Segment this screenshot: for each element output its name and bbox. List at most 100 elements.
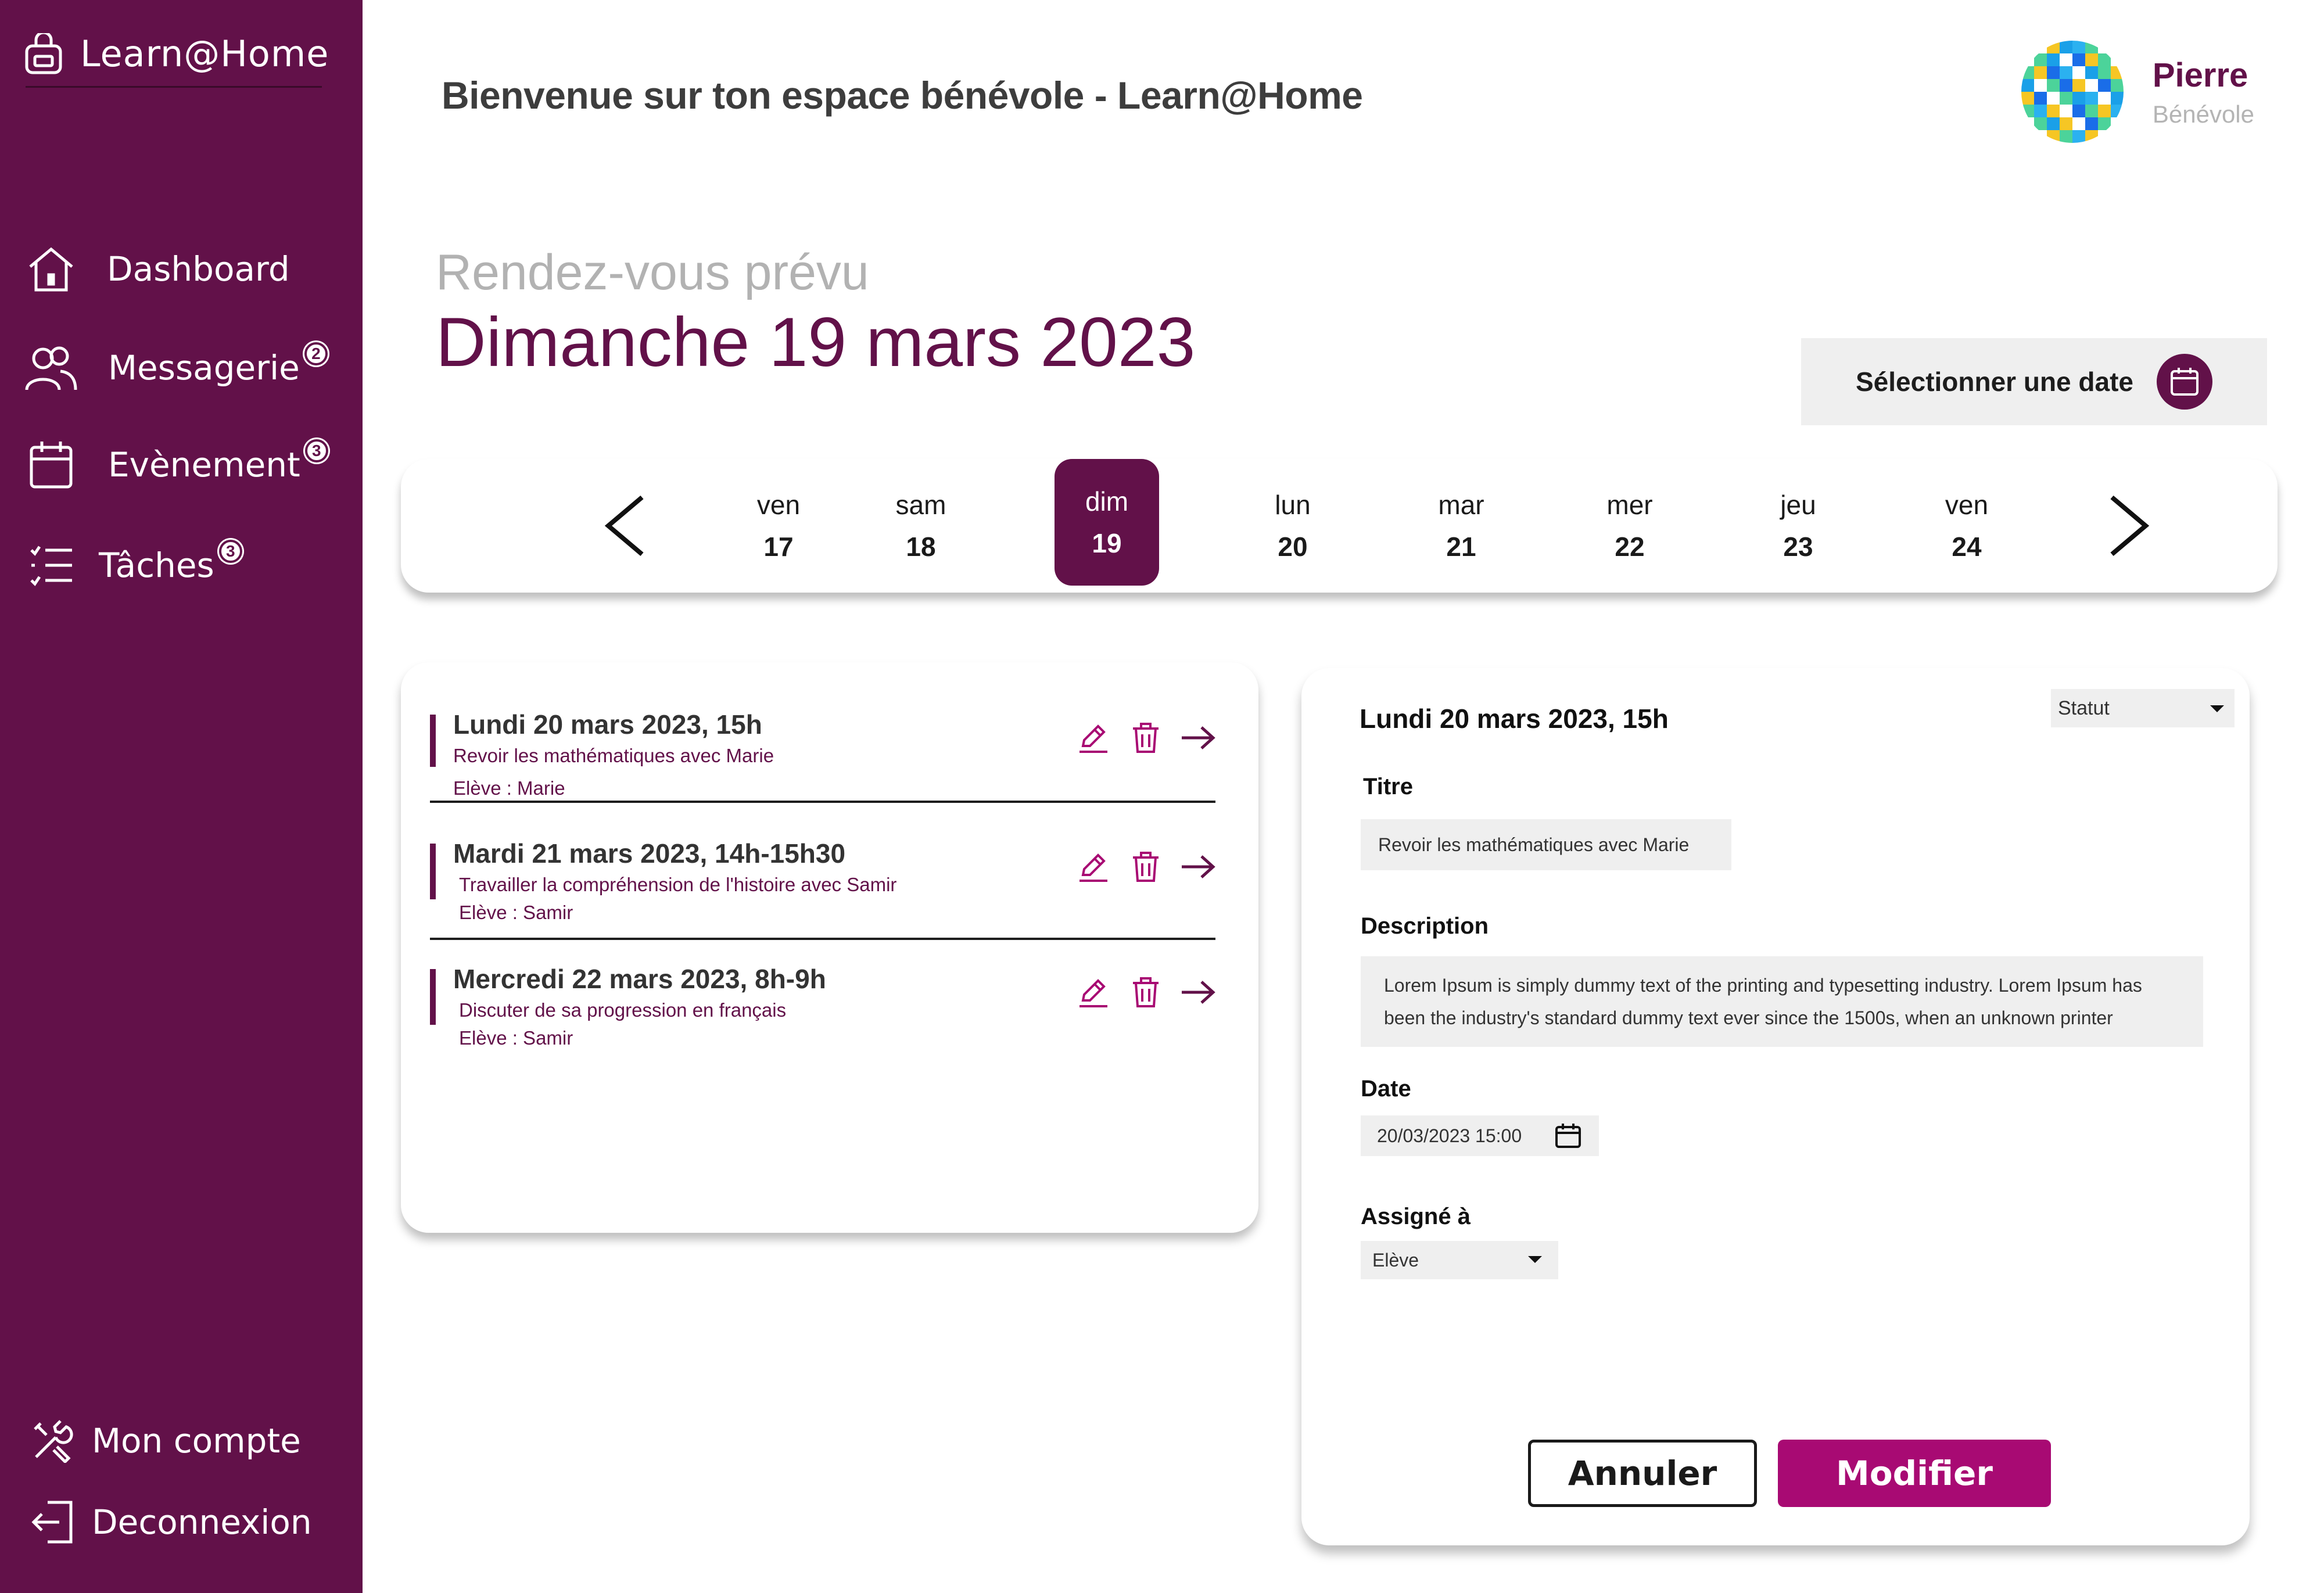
- day-number: 18: [906, 532, 936, 562]
- appointment-title: Mardi 21 mars 2023, 14h-15h30: [453, 838, 846, 869]
- notification-badge: 2: [304, 342, 328, 365]
- status-select-value: Statut: [2058, 697, 2110, 719]
- day-number: 24: [1952, 532, 1982, 562]
- accent-bar: [430, 844, 436, 899]
- arrow-right-icon[interactable]: [1181, 975, 1215, 1010]
- notification-badge: 3: [304, 439, 328, 462]
- date-label: Date: [1361, 1076, 1411, 1102]
- sidebar-item-taches[interactable]: Tâches 3: [23, 537, 242, 593]
- appointment-student: Elève : Marie: [453, 777, 565, 799]
- day-item[interactable]: sam 18: [869, 459, 973, 593]
- appointment-student: Elève : Samir: [459, 902, 573, 923]
- arrow-right-icon[interactable]: [1181, 849, 1215, 884]
- titre-field[interactable]: Revoir les mathématiques avec Marie: [1361, 819, 1731, 870]
- calendar-icon: [23, 437, 79, 493]
- day-name: ven: [756, 490, 801, 520]
- day-number: 23: [1783, 532, 1813, 562]
- edit-icon[interactable]: [1076, 849, 1111, 884]
- select-date-label: Sélectionner une date: [1855, 367, 2133, 397]
- day-number: 22: [1615, 532, 1645, 562]
- appointment-actions: [1076, 720, 1215, 755]
- user-info: Pierre Bénévole: [2153, 56, 2254, 128]
- appointment-detail-form: Lundi 20 mars 2023, 15h Statut Titre Rev…: [1301, 668, 2250, 1545]
- home-icon: [23, 241, 79, 297]
- day-name: lun: [1275, 490, 1311, 520]
- user-profile[interactable]: Pierre Bénévole: [2021, 41, 2254, 143]
- day-number: 17: [763, 532, 794, 562]
- day-item[interactable]: lun 20: [1240, 459, 1345, 593]
- modify-button[interactable]: Modifier: [1778, 1440, 2051, 1507]
- sidebar-item-dashboard[interactable]: Dashboard: [23, 241, 290, 297]
- sidebar-item-evenement[interactable]: Evènement 3: [23, 437, 328, 493]
- section-subtitle: Rendez-vous prévu: [436, 245, 869, 300]
- day-name: dim: [1085, 486, 1129, 516]
- accent-bar: [430, 969, 436, 1025]
- day-number: 21: [1446, 532, 1476, 562]
- divider: [430, 938, 1215, 940]
- edit-icon[interactable]: [1076, 975, 1111, 1010]
- day-item[interactable]: mar 21: [1409, 459, 1514, 593]
- sidebar-item-label: Evènement: [108, 445, 300, 485]
- divider: [430, 801, 1215, 803]
- arrow-right-icon[interactable]: [1181, 720, 1215, 755]
- sidebar-item-label: Mon compte: [92, 1421, 301, 1461]
- trash-icon[interactable]: [1128, 849, 1163, 884]
- appointment-student: Elève : Samir: [459, 1027, 573, 1049]
- trash-icon[interactable]: [1128, 720, 1163, 755]
- appointment-description: Discuter de sa progression en français: [459, 999, 787, 1021]
- assigned-select[interactable]: Elève: [1361, 1241, 1558, 1279]
- edit-icon[interactable]: [1076, 720, 1111, 755]
- day-item[interactable]: ven 24: [1914, 459, 2019, 593]
- appointment-title: Mercredi 22 mars 2023, 8h-9h: [453, 964, 826, 994]
- list-item[interactable]: Mardi 21 mars 2023, 14h-15h30 Travailler…: [430, 838, 1215, 942]
- day-name: jeu: [1780, 490, 1816, 520]
- user-name: Pierre: [2152, 56, 2248, 94]
- brand-name: Learn@Home: [80, 33, 329, 75]
- day-name: mar: [1438, 490, 1484, 520]
- sidebar-item-label: Dashboard: [107, 249, 290, 289]
- list-item[interactable]: Mercredi 22 mars 2023, 8h-9h Discuter de…: [430, 963, 1215, 1068]
- users-icon: [23, 340, 79, 396]
- day-name: ven: [1945, 490, 1989, 520]
- assigned-select-value: Elève: [1372, 1249, 1419, 1271]
- calendar-icon: [2157, 354, 2212, 410]
- next-week-button[interactable]: [2097, 482, 2161, 569]
- day-name: mer: [1606, 490, 1653, 520]
- welcome-title: Bienvenue sur ton espace bénévole - Lear…: [442, 74, 1363, 117]
- day-name: sam: [895, 490, 946, 520]
- day-number: 19: [1092, 528, 1122, 558]
- sidebar-item-deconnexion[interactable]: Deconnexion: [29, 1494, 312, 1550]
- tools-icon: [29, 1413, 76, 1469]
- day-number: 20: [1278, 532, 1308, 562]
- detail-title: Lundi 20 mars 2023, 15h: [1360, 704, 1669, 734]
- list-item[interactable]: Lundi 20 mars 2023, 15h Revoir les mathé…: [430, 709, 1215, 813]
- appointment-description: Travailler la compréhension de l'histoir…: [459, 874, 897, 895]
- previous-week-button[interactable]: [593, 482, 657, 569]
- day-item[interactable]: ven 17: [726, 459, 831, 593]
- calendar-icon[interactable]: [1555, 1122, 1581, 1154]
- brand[interactable]: Learn@Home: [23, 31, 329, 75]
- cancel-button[interactable]: Annuler: [1528, 1440, 1757, 1507]
- logout-icon: [29, 1494, 76, 1550]
- backpack-icon: [23, 31, 64, 75]
- caret-down-icon: [2210, 705, 2224, 712]
- brand-divider: [26, 86, 322, 88]
- date-field[interactable]: 20/03/2023 15:00: [1361, 1115, 1599, 1156]
- sidebar-item-messagerie[interactable]: Messagerie 2: [23, 340, 328, 396]
- user-role: Bénévole: [2152, 100, 2254, 128]
- description-field[interactable]: Lorem Ipsum is simply dummy text of the …: [1361, 956, 2203, 1047]
- sidebar-item-label: Deconnexion: [92, 1502, 312, 1542]
- status-select[interactable]: Statut: [2051, 689, 2235, 727]
- week-selector: ven 17 sam 18 dim 19 lun 20 mar 21 mer 2…: [401, 459, 2278, 593]
- sidebar-item-mon-compte[interactable]: Mon compte: [29, 1413, 301, 1469]
- select-date-button[interactable]: Sélectionner une date: [1801, 338, 2267, 425]
- appointment-description: Revoir les mathématiques avec Marie: [453, 745, 774, 766]
- trash-icon[interactable]: [1128, 975, 1163, 1010]
- day-item[interactable]: jeu 23: [1746, 459, 1850, 593]
- day-item[interactable]: mer 22: [1577, 459, 1682, 593]
- day-item-selected[interactable]: dim 19: [1055, 459, 1159, 586]
- appointment-list: Lundi 20 mars 2023, 15h Revoir les mathé…: [401, 662, 1258, 1233]
- appointment-actions: [1076, 975, 1215, 1010]
- notification-badge: 3: [218, 540, 242, 563]
- appointment-actions: [1076, 849, 1215, 884]
